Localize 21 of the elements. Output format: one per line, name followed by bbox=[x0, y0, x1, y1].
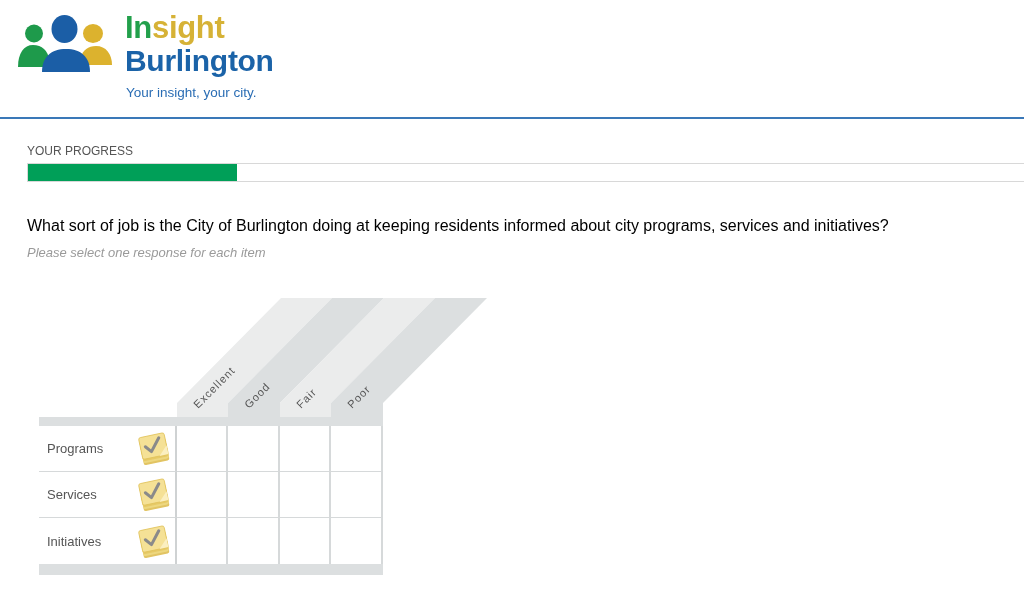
sticky-note-check-icon bbox=[136, 431, 172, 466]
sticky-note-check-icon bbox=[136, 523, 172, 559]
row-label: Initiatives bbox=[47, 533, 102, 549]
logo-tagline: Your insight, your city. bbox=[126, 85, 257, 101]
logo-title: Insight bbox=[125, 12, 225, 44]
people-logo-icon bbox=[18, 15, 112, 72]
logo-subtitle: Burlington bbox=[125, 45, 274, 77]
response-cell[interactable] bbox=[280, 426, 331, 472]
row-label: Programs bbox=[47, 441, 104, 456]
response-cell[interactable] bbox=[331, 426, 383, 472]
response-cell[interactable] bbox=[331, 472, 383, 518]
response-cell[interactable] bbox=[228, 472, 280, 518]
response-cell[interactable] bbox=[280, 472, 331, 518]
response-cell[interactable] bbox=[177, 426, 228, 472]
question-instruction: Please select one response for each item bbox=[27, 245, 266, 261]
response-cell[interactable] bbox=[177, 472, 228, 518]
sticky-note-check-icon bbox=[136, 477, 172, 512]
question-text: What sort of job is the City of Burlington doing at keeping residents informed about city programs, services and initiatives? bbox=[27, 216, 889, 236]
response-cell[interactable] bbox=[228, 426, 280, 472]
progress-label: YOUR PROGRESS bbox=[27, 144, 134, 158]
row-label: Services bbox=[47, 487, 97, 502]
